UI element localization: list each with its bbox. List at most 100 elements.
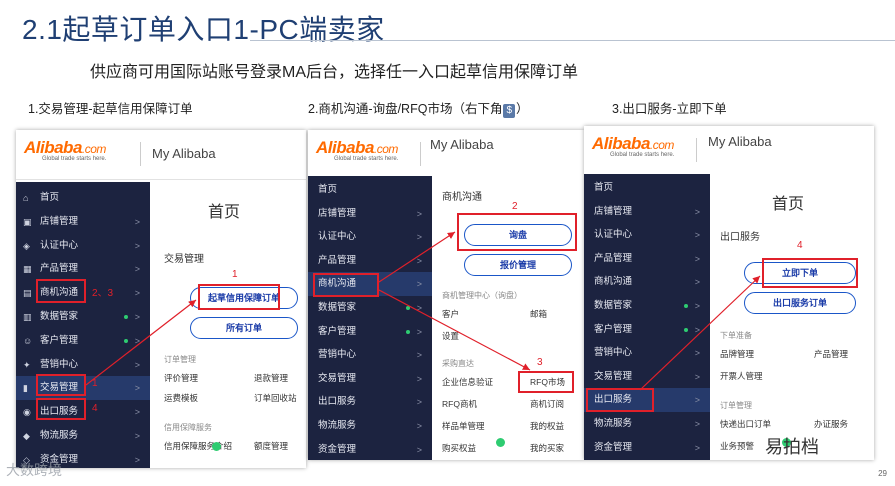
- link-my-buyers[interactable]: 我的买家: [530, 442, 564, 454]
- sidebar-item[interactable]: 商机沟通 >: [584, 270, 710, 294]
- link-brand-management[interactable]: 品牌管理: [720, 348, 754, 360]
- link-invoicer-management[interactable]: 开票人管理: [720, 370, 763, 382]
- sidebar-item[interactable]: ☺ 客户管理 >: [16, 329, 150, 353]
- sidebar-item[interactable]: 首页: [584, 176, 710, 200]
- link-mailbox[interactable]: 邮箱: [530, 308, 547, 320]
- sidebar-item[interactable]: 营销中心 >: [308, 343, 432, 367]
- sidebar-item-label: 数据管家: [318, 302, 357, 313]
- chevron-right-icon: >: [416, 255, 422, 266]
- sidebar-item-label: 店铺管理: [40, 215, 79, 227]
- sidebar-item[interactable]: 物流服务 >: [308, 414, 432, 438]
- chevron-right-icon: >: [416, 208, 422, 219]
- sidebar-item-label: 客户管理: [318, 325, 357, 337]
- chevron-right-icon: >: [694, 324, 700, 335]
- sidebar-item[interactable]: 资金管理 >: [584, 436, 710, 460]
- sidebar-item[interactable]: 交易管理 >: [308, 367, 432, 391]
- sidebar-item[interactable]: 店铺管理 >: [308, 202, 432, 226]
- chevron-right-icon: >: [416, 279, 422, 290]
- export-service-orders-button[interactable]: 出口服务订单: [744, 292, 856, 314]
- link-quota[interactable]: 额度管理: [254, 440, 288, 452]
- link-business-alerts[interactable]: 业务预警: [720, 440, 754, 452]
- menu-icon: ▣: [23, 216, 32, 227]
- status-dot: [124, 315, 128, 319]
- all-orders-button[interactable]: 所有订单: [190, 317, 298, 339]
- highlight-export-service: [586, 388, 654, 412]
- my-alibaba-label: My Alibaba: [152, 146, 216, 161]
- link-shipping-template[interactable]: 运费模板: [164, 392, 198, 404]
- sidebar-item[interactable]: ⌂ 首页: [16, 186, 150, 210]
- highlight-rfq-market: [518, 371, 574, 393]
- sidebar-item[interactable]: 认证中心 >: [308, 225, 432, 249]
- link-certificate-service[interactable]: 办证服务: [814, 418, 848, 430]
- sidebar-item-label: 产品管理: [40, 263, 79, 275]
- highlight-export-service: [36, 398, 86, 420]
- group-label: 订单管理: [720, 401, 752, 410]
- highlight-order-now: [762, 258, 858, 288]
- chevron-right-icon: >: [134, 312, 140, 322]
- chat-icon[interactable]: [212, 442, 221, 451]
- page-number: 29: [878, 469, 887, 478]
- page-title: 首页: [208, 204, 241, 221]
- chat-icon[interactable]: [496, 438, 505, 447]
- chevron-right-icon: >: [416, 397, 422, 408]
- sidebar-item-label: 营销中心: [318, 349, 357, 361]
- sidebar-item[interactable]: ▣ 店铺管理 >: [16, 210, 150, 234]
- sidebar-item[interactable]: 物流服务 >: [584, 412, 710, 436]
- sidebar-item-label: 店铺管理: [318, 207, 357, 219]
- sidebar-item[interactable]: ◆ 物流服务 >: [16, 424, 150, 448]
- link-order-recycle[interactable]: 订单回收站: [254, 392, 297, 404]
- watermark-right: 易拍档: [765, 437, 819, 457]
- status-dot: [406, 329, 410, 334]
- sidebar: 首页 店铺管理 > 认证中心 > 产品管理 > 商机沟通 > 数据管家 > 客户管理 > 营销中心 > 交易管…: [308, 176, 432, 460]
- link-opportunity-subscribe[interactable]: 商机订阅: [530, 398, 564, 410]
- chevron-right-icon: >: [134, 264, 140, 275]
- sidebar-item[interactable]: 交易管理 >: [584, 365, 710, 389]
- sidebar-item[interactable]: 数据管家 >: [584, 294, 710, 318]
- link-credit-intro[interactable]: 信用保障服务介绍: [164, 440, 232, 452]
- sidebar-item[interactable]: 产品管理 >: [584, 247, 710, 271]
- quote-management-button[interactable]: 报价管理: [464, 254, 572, 276]
- sidebar-item[interactable]: 客户管理 >: [584, 318, 710, 342]
- sidebar-item[interactable]: ▥ 数据管家 >: [16, 305, 150, 329]
- alibaba-logo[interactable]: Alibaba.com Global trade starts here.: [592, 134, 674, 158]
- link-rfq-opportunity[interactable]: RFQ商机: [442, 398, 477, 410]
- sidebar-item[interactable]: 产品管理 >: [308, 249, 432, 273]
- sidebar-item[interactable]: ◈ 认证中心 >: [16, 234, 150, 258]
- sidebar-item-label: 资金管理: [594, 441, 633, 453]
- sidebar-item[interactable]: ✦ 营销中心 >: [16, 353, 150, 377]
- sidebar-item[interactable]: 店铺管理 >: [584, 200, 710, 224]
- group-label: 采购直达: [442, 359, 474, 368]
- status-dot: [684, 304, 688, 308]
- section-title: 商机沟通: [442, 192, 482, 203]
- link-product-management[interactable]: 产品管理: [814, 348, 848, 360]
- link-buy-benefits[interactable]: 购买权益: [442, 442, 476, 454]
- link-refund[interactable]: 退款管理: [254, 372, 288, 384]
- sidebar-item[interactable]: 首页: [308, 178, 432, 202]
- sidebar-item[interactable]: 营销中心 >: [584, 341, 710, 365]
- menu-icon: ✦: [23, 359, 31, 370]
- sidebar-item[interactable]: 客户管理 >: [308, 320, 432, 344]
- menu-icon: ◆: [23, 431, 30, 441]
- caption-entry-1: 1.交易管理-起草信用保障订单: [28, 102, 193, 116]
- highlight-business-chat: [36, 279, 86, 303]
- sidebar-item[interactable]: 资金管理 >: [308, 438, 432, 460]
- sidebar-item-label: 客户管理: [594, 323, 633, 335]
- link-review[interactable]: 评价管理: [164, 372, 198, 384]
- link-customers[interactable]: 客户: [442, 308, 459, 320]
- sidebar-item[interactable]: ▦ 产品管理 >: [16, 257, 150, 281]
- link-sample-orders[interactable]: 样品单管理: [442, 420, 485, 432]
- sidebar-item[interactable]: 数据管家 >: [308, 296, 432, 320]
- link-express-orders[interactable]: 快递出口订单: [720, 418, 771, 430]
- alibaba-logo[interactable]: Alibaba.com Global trade starts here.: [316, 138, 398, 162]
- sidebar-item[interactable]: 认证中心 >: [584, 223, 710, 247]
- chevron-right-icon: >: [416, 421, 422, 431]
- sidebar-item-label: 认证中心: [594, 229, 633, 241]
- annotation-number: 1: [232, 269, 238, 280]
- link-settings[interactable]: 设置: [442, 330, 459, 342]
- sidebar-item-label: 认证中心: [318, 231, 357, 243]
- link-my-benefits[interactable]: 我的权益: [530, 420, 564, 432]
- sidebar-item[interactable]: 出口服务 >: [308, 390, 432, 414]
- link-company-verify[interactable]: 企业信息验证: [442, 376, 493, 388]
- alibaba-logo[interactable]: Alibaba.com Global trade starts here.: [24, 138, 106, 162]
- annotation-number: 2: [512, 201, 518, 212]
